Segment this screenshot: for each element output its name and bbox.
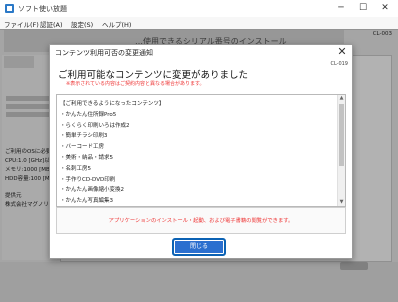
close-button[interactable]: 閉じる (172, 238, 226, 256)
list-item: ・手作りCD-DVD印刷 (60, 176, 116, 183)
warning-text: アプリケーションのインストール・起動、および電子書籍の閲覧ができます。 (108, 218, 294, 224)
content-list[interactable]: 【ご利用できるようになったコンテンツ】 ・かんたん住所録Pro5 ・らくらく印刷いろ… (56, 94, 346, 207)
content-change-dialog: コンテンツ利用可否の変更通知 ✕ CL-019 ご利用可能なコンテンツに変更があ… (49, 44, 353, 259)
minimize-button[interactable]: ─ (330, 1, 352, 15)
menu-file[interactable]: ファイル(F) (4, 19, 39, 29)
dialog-close-icon[interactable]: ✕ (336, 46, 348, 58)
maximize-button[interactable]: ☐ (352, 1, 374, 15)
menu-settings[interactable]: 設定(S) (71, 19, 93, 29)
warning-box: アプリケーションのインストール・起動、および電子書籍の閲覧ができます。 (56, 207, 346, 234)
list-item: ・美術・納品・請求5 (60, 154, 113, 161)
list-item: ・かんたん写真編集3 (60, 198, 113, 205)
menu-auth[interactable]: 認証(A) (40, 19, 63, 29)
window-close-button[interactable]: ✕ (374, 1, 396, 15)
content-list-items: 【ご利用できるようになったコンテンツ】 ・かんたん住所録Pro5 ・らくらく印刷いろ… (60, 99, 330, 206)
list-item: ・かんたん画像縮小変換2 (60, 187, 125, 194)
dialog-title: コンテンツ利用可否の変更通知 (55, 49, 153, 57)
window-title: ソフト使い放題 (18, 5, 67, 13)
list-item: ・簡単チラシ印刷3 (60, 133, 108, 140)
app-window: ソフト使い放題 ─ ☐ ✕ ファイル(F) 認証(A) 設定(S) ヘルプ(H)… (0, 0, 398, 302)
list-scrollbar[interactable]: ▲ ▼ (337, 95, 345, 206)
dialog-heading: ご利用可能なコンテンツに変更がありました (58, 70, 249, 81)
dialog-titlebar: コンテンツ利用可否の変更通知 ✕ (50, 45, 352, 59)
scroll-down-icon[interactable]: ▼ (338, 199, 345, 206)
dialog-note: ※表示されている内容はご契約内容と異なる場合があります。 (66, 81, 205, 87)
app-icon (5, 4, 14, 13)
scroll-up-icon[interactable]: ▲ (338, 95, 345, 102)
list-item: ・らくらく印刷いろは作成2 (60, 122, 130, 129)
list-item: ・名刺工房5 (60, 165, 91, 172)
dialog-screen-code: CL-019 (330, 61, 348, 67)
list-item: ・バーコード工房 (60, 144, 105, 151)
scroll-thumb[interactable] (339, 104, 344, 166)
list-item: ・かんたん住所録Pro5 (60, 111, 117, 118)
menu-help[interactable]: ヘルプ(H) (102, 19, 131, 29)
list-section-header: 【ご利用できるようになったコンテンツ】 (60, 101, 165, 107)
window-titlebar: ソフト使い放題 ─ ☐ ✕ (0, 0, 398, 18)
